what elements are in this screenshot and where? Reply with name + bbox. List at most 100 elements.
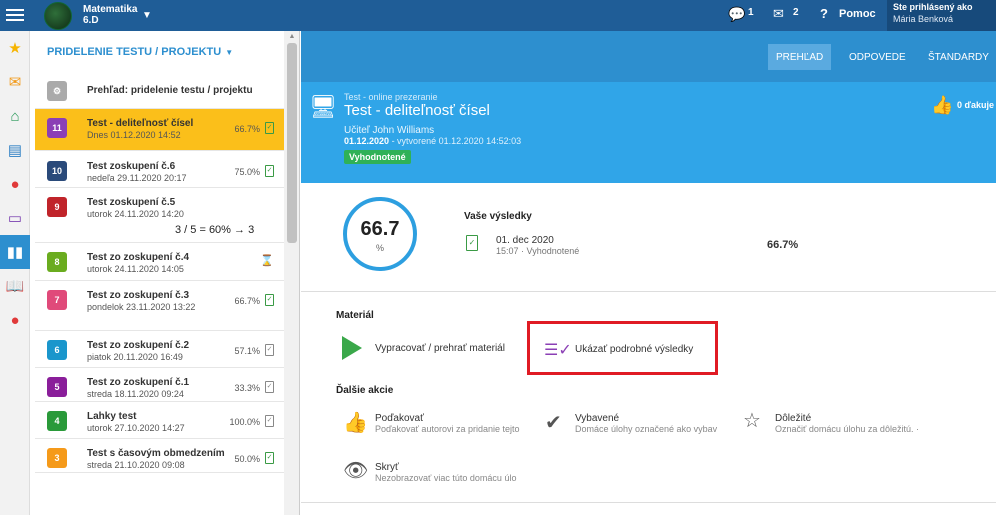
thumbs-up-icon[interactable]: 👍 [931, 95, 953, 116]
result-time: 15:07 · Vyhodnotené [496, 246, 580, 256]
item-date: piatok 20.11.2020 16:49 [87, 352, 183, 362]
class-selector[interactable]: Matematika 6.D [83, 4, 137, 26]
item-date: utorok 27.10.2020 14:27 [87, 423, 185, 433]
item-date: nedeľa 29.11.2020 20:17 [87, 173, 187, 183]
status-badge: Vyhodnotené [344, 150, 411, 164]
teacher-name: Učiteľ John Williams [344, 125, 435, 136]
item-number-badge: 6 [47, 340, 67, 360]
item-title: Lahky test [87, 411, 137, 422]
document-check-icon[interactable]: ✓ [265, 344, 274, 356]
item-number-badge: 8 [47, 252, 67, 272]
hide-action[interactable]: Skryť [375, 462, 399, 473]
document-check-icon[interactable]: ✓ [265, 165, 274, 177]
caret-down-icon[interactable]: ▼ [142, 10, 152, 21]
important-desc: Označiť domácu úlohu za dôležitú. · [775, 424, 919, 434]
assignment-title: Test - deliteľnosť čísel [344, 102, 490, 119]
mail-icon[interactable]: ✉ [773, 6, 784, 22]
item-score: 33.3% [234, 383, 260, 393]
home-icon[interactable]: ⌂ [0, 99, 30, 133]
list-item[interactable]: 7 Test zo zoskupení č.3 pondelok 23.11.202… [35, 281, 284, 331]
item-title: Test zo zoskupení č.3 [87, 290, 190, 301]
assignment-dates: 01.12.2020 - vytvorené 01.12.2020 14:52:… [344, 136, 521, 146]
done-action[interactable]: Vybavené [575, 413, 619, 424]
help-link[interactable]: Pomoc [839, 8, 876, 20]
document-check-icon[interactable]: ✓ [466, 235, 478, 251]
assignment-header: 🖥 Test - online prezeranie Test - delite… [301, 82, 996, 183]
list-header[interactable]: PRIDELENIE TESTU / PROJEKTU ▼ [47, 46, 233, 58]
help-icon[interactable]: ? [820, 6, 828, 21]
scrollbar-thumb[interactable] [287, 43, 297, 243]
item-date: streda 21.10.2020 09:08 [87, 460, 185, 470]
item-number-badge: 10 [47, 161, 67, 181]
done-desc: Domáce úlohy označené ako vybav [575, 424, 718, 434]
book-icon[interactable]: 📖 [0, 269, 30, 303]
item-number-badge: 9 [47, 197, 67, 217]
chat-count: 1 [748, 7, 754, 18]
score-value: 66.7 [360, 218, 400, 240]
chart-icon[interactable]: ▮▮ [0, 235, 30, 269]
thumbs-up-icon[interactable]: 👍 [343, 410, 368, 435]
class-name: Matematika [83, 4, 138, 15]
more-actions-heading: Ďalšie akcie [336, 385, 394, 396]
item-title: Test zo zoskupení č.1 [87, 377, 190, 388]
assignment-list: PRIDELENIE TESTU / PROJEKTU ▼ ⚙ Prehľad: … [30, 31, 300, 515]
created-date: - vytvorené 01.12.2020 14:52:03 [391, 136, 522, 146]
document-check-icon[interactable]: ✓ [265, 294, 274, 306]
star-outline-icon[interactable]: ☆ [743, 408, 761, 433]
item-number-badge: 3 [47, 448, 67, 468]
list-item[interactable]: 11 Test - deliteľnosť čísel Dnes 01.12.202… [35, 109, 284, 151]
caret-down-icon: ▼ [225, 48, 234, 57]
list-item[interactable]: 10 Test zoskupení č.6 nedeľa 29.11.2020 20… [35, 152, 284, 188]
document-check-icon[interactable]: ✓ [265, 381, 274, 393]
show-detailed-results-link[interactable]: Ukázať podrobné výsledky [575, 344, 693, 355]
item-title: Test - deliteľnosť čísel [87, 118, 194, 129]
thanks-action[interactable]: Poďakovať [375, 413, 424, 424]
tab-answers[interactable]: ODPOVEDE [841, 44, 914, 70]
checkmark-icon[interactable]: ✔ [545, 410, 562, 435]
discussion-icon[interactable]: ● [0, 303, 30, 337]
class-group: 6.D [83, 15, 99, 26]
list-item[interactable]: 6 Test zo zoskupení č.2 piatok 20.11.2020 … [35, 331, 284, 368]
user-name: Mária Benková [893, 14, 954, 24]
checklist-icon[interactable]: ☰✓ [544, 340, 572, 360]
item-title: Test zo zoskupení č.2 [87, 340, 190, 351]
list-item[interactable]: 9 Test zoskupení č.5 utorok 24.11.2020 14:… [35, 188, 284, 243]
list-item[interactable]: 4 Lahky test utorok 27.10.2020 14:27 100.0%… [35, 402, 284, 439]
document-check-icon[interactable]: ✓ [265, 415, 274, 427]
result-date[interactable]: 01. dec 2020 [496, 235, 554, 246]
thanks-desc: Poďakovať autorovi za pridanie tejto [375, 424, 520, 434]
user-box[interactable]: Ste prihlásený ako Mária Benková [887, 0, 996, 31]
overview-label: Prehľad: pridelenie testu / projektu [87, 85, 253, 96]
play-icon[interactable] [342, 336, 362, 360]
class-avatar[interactable] [44, 2, 72, 30]
tab-standards[interactable]: ŠTANDARDY [920, 44, 996, 70]
important-action[interactable]: Dôležité [775, 413, 811, 424]
list-item[interactable]: 5 Test zo zoskupení č.1 streda 18.11.2020 … [35, 368, 284, 402]
due-date: 01.12.2020 [344, 136, 390, 146]
item-date: streda 18.11.2020 09:24 [87, 389, 184, 399]
monitor-icon: 🖥 [309, 94, 337, 119]
user-logged-label: Ste prihlásený ako [893, 2, 973, 12]
menu-icon[interactable] [6, 6, 24, 24]
mail-nav-icon[interactable]: ✉ [0, 65, 30, 99]
likes-count: 0 ďakuje [957, 100, 994, 110]
classroom-icon[interactable]: ▭ [0, 201, 30, 235]
chat-icon[interactable]: 💬 [728, 6, 745, 23]
star-icon[interactable]: ★ [0, 31, 30, 65]
hide-desc: Nezobrazovať viac túto domácu úlo [375, 473, 517, 483]
document-check-icon[interactable]: ✓ [265, 452, 274, 464]
play-material-link[interactable]: Vypracovať / prehrať materiál [375, 343, 505, 354]
list-item[interactable]: 3 Test s časovým obmedzením streda 21.10.2… [35, 439, 284, 473]
list-item-overview[interactable]: ⚙ Prehľad: pridelenie testu / projektu [35, 73, 284, 109]
assignment-type: Test - online prezeranie [344, 92, 438, 102]
eye-slash-icon[interactable]: 👁 [343, 458, 368, 483]
item-number-badge: 4 [47, 411, 67, 431]
tab-overview[interactable]: PREHĽAD [768, 44, 832, 70]
item-number-badge: 5 [47, 377, 67, 397]
score-unit: % [375, 243, 384, 253]
notebook-icon[interactable]: ▤ [0, 133, 30, 167]
scroll-up-arrow[interactable]: ▲ [287, 33, 297, 40]
list-item[interactable]: 8 Test zo zoskupení č.4 utorok 24.11.2020 … [35, 243, 284, 281]
document-check-icon[interactable]: ✓ [265, 122, 274, 134]
math-icon[interactable]: ● [0, 167, 30, 201]
